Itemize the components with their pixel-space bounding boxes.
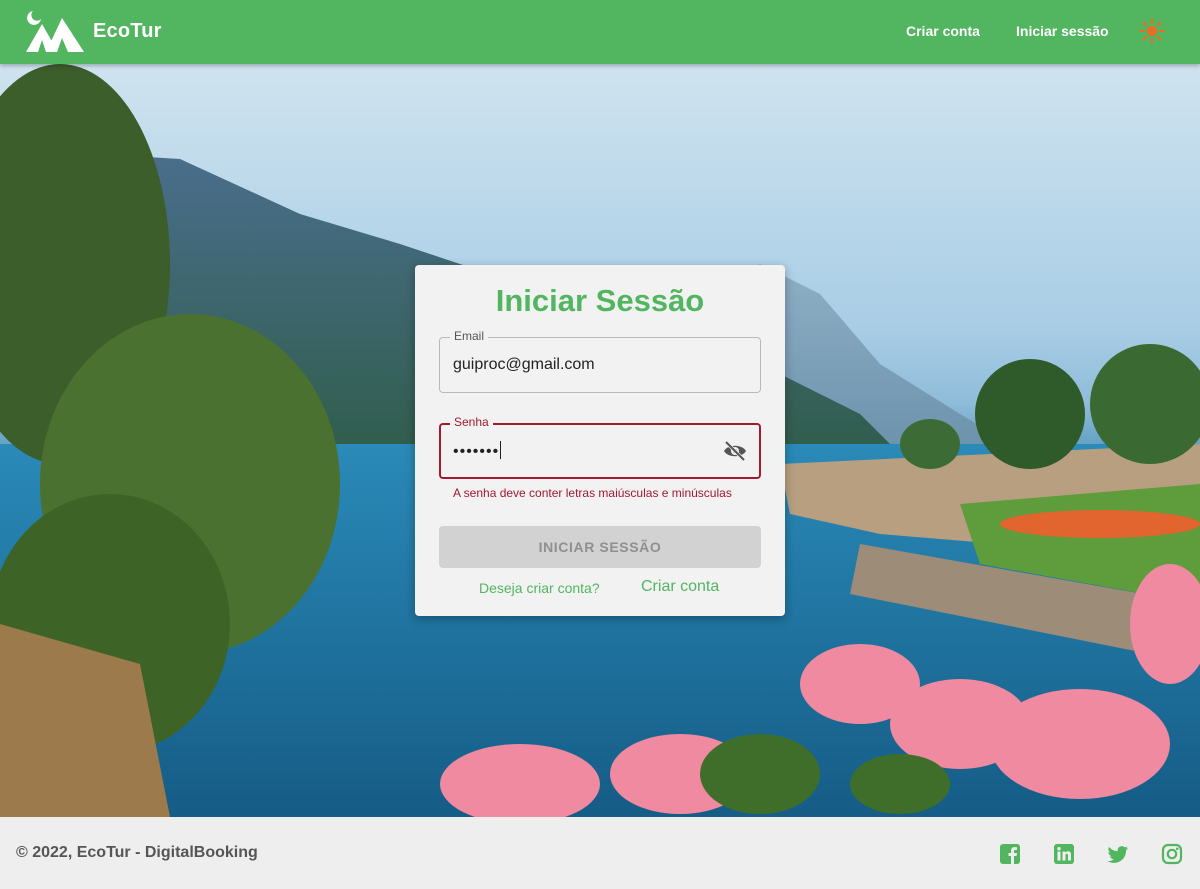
login-title: Iniciar Sessão bbox=[495, 283, 705, 318]
facebook-icon[interactable] bbox=[999, 843, 1021, 865]
brand-name[interactable]: EcoTur bbox=[93, 20, 162, 43]
create-account-prompt: Deseja criar conta? bbox=[479, 580, 600, 596]
email-input[interactable]: guiproc@gmail.com bbox=[453, 356, 595, 374]
footer: © 2022, EcoTur - DigitalBooking bbox=[0, 817, 1200, 889]
password-field[interactable]: Senha ••••••• bbox=[439, 415, 761, 479]
linkedin-icon[interactable] bbox=[1053, 843, 1075, 865]
login-submit-button[interactable]: INICIAR SESSÃO bbox=[439, 526, 761, 568]
password-error-message: A senha deve conter letras maiúsculas e … bbox=[453, 486, 732, 500]
logo-icon[interactable] bbox=[24, 10, 86, 54]
eye-off-icon[interactable] bbox=[723, 440, 747, 462]
nav-login-link[interactable]: Iniciar sessão bbox=[1016, 23, 1109, 39]
text-caret bbox=[500, 441, 502, 459]
twitter-icon[interactable] bbox=[1107, 843, 1129, 865]
email-field[interactable]: Email guiproc@gmail.com bbox=[439, 329, 761, 393]
top-nav-bar: EcoTur Criar conta Iniciar sessão bbox=[0, 0, 1200, 64]
password-input[interactable]: ••••••• bbox=[453, 441, 502, 461]
instagram-icon[interactable] bbox=[1161, 843, 1183, 865]
copyright-text: © 2022, EcoTur - DigitalBooking bbox=[16, 844, 258, 861]
nav-create-account-link[interactable]: Criar conta bbox=[906, 23, 980, 39]
login-card: Iniciar Sessão Email guiproc@gmail.com S… bbox=[415, 265, 785, 616]
password-value: ••••••• bbox=[453, 443, 500, 460]
sun-icon[interactable] bbox=[1139, 18, 1165, 44]
create-account-link[interactable]: Criar conta bbox=[641, 578, 719, 596]
email-label: Email bbox=[450, 329, 489, 343]
password-label: Senha bbox=[450, 415, 493, 429]
